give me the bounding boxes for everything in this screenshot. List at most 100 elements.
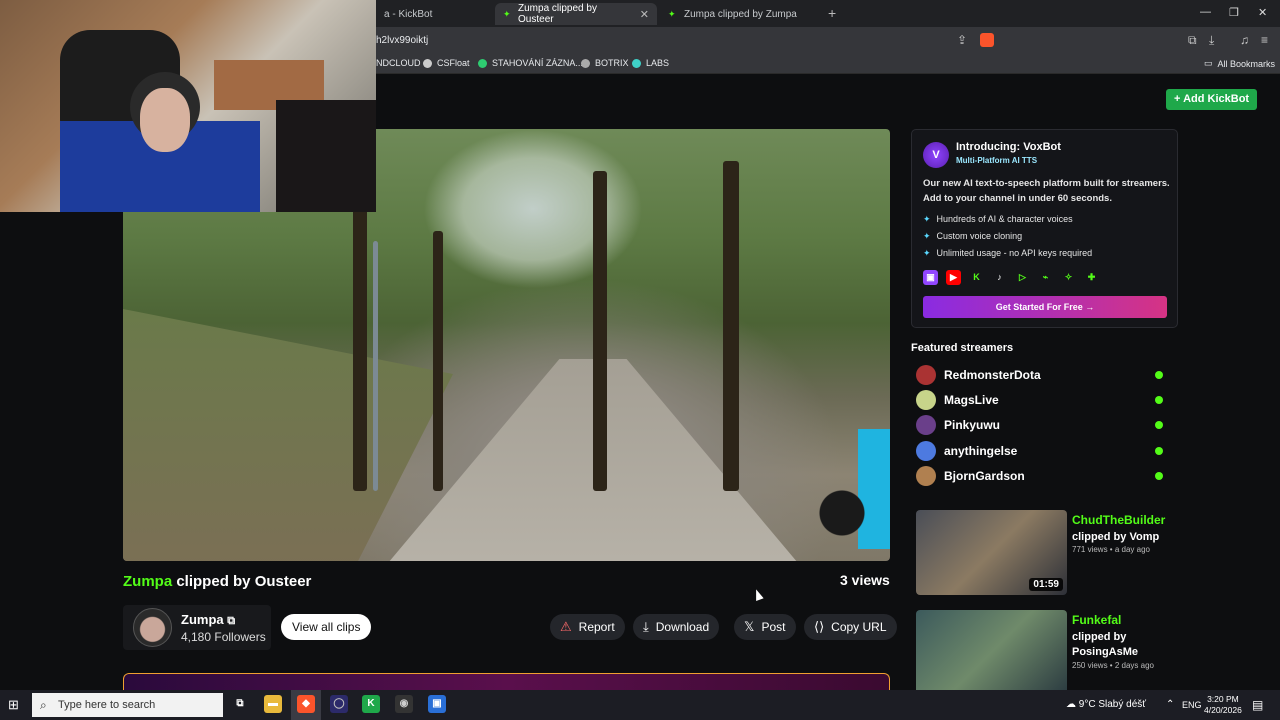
channel-name[interactable]: Zumpa ⧉: [181, 612, 235, 628]
streamer-name: Pinkyuwu: [944, 418, 1001, 432]
related-clip[interactable]: Funkefal clipped by PosingAsMe 250 views…: [916, 610, 1178, 690]
windows-start-icon[interactable]: ⊞: [8, 698, 22, 712]
tab-zumpa-ousteer[interactable]: ✦ Zumpa clipped by Ousteer ✕: [495, 3, 657, 25]
video-tree: [723, 161, 739, 491]
streamer-name: RedmonsterDota: [944, 368, 1041, 382]
app-window-icon[interactable]: ▣: [428, 695, 446, 713]
voxbot-promo-card: V Introducing: VoxBot Multi-Platform AI …: [911, 129, 1178, 328]
featured-streamer-item[interactable]: RedmonsterDota: [916, 365, 1166, 385]
webcam-desk: [276, 100, 376, 212]
close-tab-icon[interactable]: ✕: [640, 8, 649, 21]
youtube-icon: ▶: [946, 270, 961, 285]
clip-title: Zumpa clipped by Ousteer: [123, 573, 311, 590]
bookmark-item[interactable]: LABS: [632, 58, 669, 68]
task-view-icon[interactable]: ⧉: [231, 695, 249, 713]
minimize-icon[interactable]: —: [1200, 6, 1211, 18]
tab-kickbot[interactable]: a - KickBot: [376, 3, 440, 25]
kick-favicon-icon: ✦: [503, 9, 511, 19]
bottom-banner: [123, 673, 890, 690]
live-indicator-icon: [1155, 447, 1163, 455]
view-all-clips-button[interactable]: View all clips: [281, 614, 372, 640]
menu-icon[interactable]: ≡: [1261, 33, 1268, 47]
obs-icon[interactable]: ◉: [395, 695, 413, 713]
channel-card[interactable]: Zumpa ⧉ 4,180 Followers: [123, 605, 271, 650]
download-icon: ⤓: [643, 619, 649, 634]
promo-subtitle: Multi-Platform AI TTS: [956, 156, 1038, 165]
restore-icon[interactable]: ❐: [1229, 6, 1239, 19]
language-indicator[interactable]: ENG: [1182, 700, 1202, 710]
kick-icon: K: [973, 272, 980, 282]
get-started-button[interactable]: Get Started For Free →: [923, 296, 1167, 318]
media-icon[interactable]: ♫: [1240, 33, 1249, 47]
related-meta: 250 views • 2 days ago: [1072, 661, 1154, 670]
app-icon[interactable]: ◯: [330, 695, 348, 713]
video-bike: [810, 429, 890, 549]
add-kickbot-button[interactable]: + Add KickBot: [1166, 89, 1258, 110]
sparkle-icon: ✦: [923, 248, 931, 258]
clip-thumbnail[interactable]: 01:59: [916, 510, 1067, 595]
clip-thumbnail[interactable]: [916, 610, 1067, 690]
notification-icon[interactable]: ▤: [1252, 698, 1263, 712]
close-window-icon[interactable]: ✕: [1258, 6, 1267, 19]
folder-icon: ▭: [1204, 58, 1213, 68]
promo-title: Introducing: VoxBot: [956, 141, 1061, 153]
bookmark-item[interactable]: STAHOVÁNÍ ZÁZNA...: [478, 58, 583, 68]
weather-icon: ☁: [1066, 699, 1076, 710]
avatar[interactable]: [133, 608, 172, 647]
post-button[interactable]: 𝕏 Post: [734, 614, 796, 640]
download-button[interactable]: ⤓ Download: [633, 614, 720, 640]
download-icon[interactable]: ⤓: [1209, 33, 1214, 48]
related-channel[interactable]: Funkefal: [1072, 613, 1121, 627]
live-indicator-icon: [1155, 472, 1163, 480]
clock[interactable]: 3:20 PM 4/20/2026: [1204, 694, 1242, 716]
bookmark-item[interactable]: NDCLOUD: [376, 58, 421, 68]
bookmark-favicon-icon: [423, 58, 432, 68]
kick-favicon-icon: ✦: [668, 9, 676, 19]
copy-url-button[interactable]: ⟨⟩ Copy URL: [804, 614, 897, 640]
kick-icon[interactable]: K: [362, 695, 380, 713]
related-clip[interactable]: 01:59 ChudTheBuilder clipped by Vomp 771…: [916, 510, 1178, 595]
tab-label: Zumpa clipped by Ousteer: [518, 3, 597, 25]
video-tree: [353, 191, 367, 491]
video-lamp-post: [373, 241, 378, 491]
live-indicator-icon: [1155, 371, 1163, 379]
all-bookmarks[interactable]: ▭ All Bookmarks: [1204, 58, 1275, 69]
weather-widget[interactable]: ☁ 9°C Slabý déšť: [1066, 699, 1146, 710]
live-indicator-icon: [1155, 396, 1163, 404]
brave-shield-icon[interactable]: [980, 33, 994, 47]
taskbar-search-input[interactable]: ⌕ Type here to search: [32, 693, 223, 717]
featured-streamer-item[interactable]: BjornGardson: [916, 466, 1166, 486]
video-grass: [123, 309, 453, 561]
new-tab-icon[interactable]: +: [828, 5, 836, 21]
brave-icon[interactable]: ◆: [297, 695, 315, 713]
bookmark-favicon-icon: [581, 58, 590, 68]
report-button[interactable]: ⚠ Report: [550, 614, 625, 640]
related-channel[interactable]: ChudTheBuilder: [1072, 513, 1165, 527]
external-link-icon: ⧉: [227, 615, 236, 627]
featured-streamer-item[interactable]: MagsLive: [916, 390, 1166, 410]
featured-streamer-item[interactable]: anythingelse: [916, 441, 1166, 461]
avatar: [916, 441, 936, 461]
avatar: [916, 390, 936, 410]
bookmark-item[interactable]: BOTRIX: [581, 58, 629, 68]
file-explorer-icon[interactable]: ▬: [264, 695, 282, 713]
tray-expand-icon[interactable]: ⌃: [1166, 699, 1174, 710]
tiktok-icon: ♪: [997, 272, 1002, 282]
promo-feature: ✦ Unlimited usage - no API keys required: [923, 248, 1093, 258]
clip-title-rest: clipped by Ousteer: [176, 573, 312, 590]
avatar: [916, 466, 936, 486]
bookmark-item[interactable]: CSFloat: [423, 58, 470, 68]
tab-zumpa-zumpa[interactable]: ✦ Zumpa clipped by Zumpa: [660, 3, 805, 25]
promo-feature: ✦ Hundreds of AI & character voices: [923, 214, 1073, 224]
url-text[interactable]: h2lvx99oiktj: [376, 35, 428, 46]
share-icon[interactable]: ⇪: [957, 33, 967, 47]
avatar: [916, 415, 936, 435]
streamer-name: BjornGardson: [944, 469, 1025, 483]
x-logo-icon: 𝕏: [744, 619, 755, 634]
related-clipped-by: clipped by Vomp: [1072, 531, 1160, 543]
featured-streamer-item[interactable]: Pinkyuwu: [916, 415, 1166, 435]
promo-feature: ✦ Custom voice cloning: [923, 231, 1023, 241]
clip-channel-name[interactable]: Zumpa: [123, 573, 172, 590]
tab-label: Zumpa clipped by Zumpa: [684, 8, 797, 20]
extensions-icon[interactable]: ⧉: [1188, 33, 1197, 48]
